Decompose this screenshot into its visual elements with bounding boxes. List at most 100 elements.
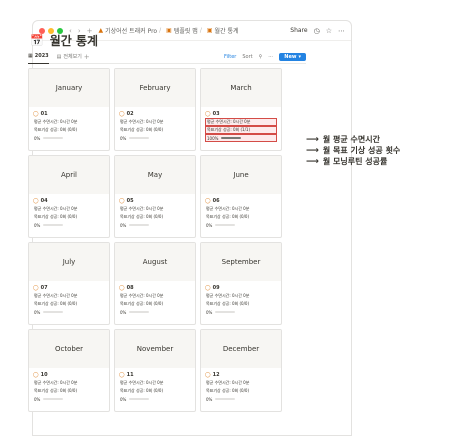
add-view-icon[interactable]: + xyxy=(84,53,90,61)
avg-sleep-property: 평균 수면시간: 0시간 0분 xyxy=(205,118,277,126)
breadcrumb-item-2[interactable]: 템플릿 맵 xyxy=(174,26,198,35)
month-card[interactable]: February ◯ 02 평균 수면시간: 0시간 0분 목표기상 성공: 0… xyxy=(114,68,196,151)
month-card[interactable]: May ◯ 05 평균 수면시간: 0시간 0분 목표기상 성공: 0회 (0/… xyxy=(114,155,196,238)
card-cover: May xyxy=(115,156,195,194)
breadcrumb-item-1[interactable]: 기상어선 트래커 Pro xyxy=(105,26,157,35)
card-title: ◯ 07 xyxy=(33,284,105,292)
goal-wake-property: 목표기상 성공: 0회 (0/0) xyxy=(120,301,164,306)
month-card[interactable]: January ◯ 01 평균 수면시간: 0시간 0분 목표기상 성공: 0회… xyxy=(28,68,110,151)
card-body: ◯ 10 평균 수면시간: 0시간 0분 목표기상 성공: 0회 (0/0) 0… xyxy=(29,368,109,406)
month-card[interactable]: November ◯ 11 평균 수면시간: 0시간 0분 목표기상 성공: 0… xyxy=(114,329,196,412)
card-cover: November xyxy=(115,330,195,368)
month-card[interactable]: March ◯ 03 평균 수면시간: 0시간 0분 목표기상 성공: 0회 (… xyxy=(200,68,282,151)
card-body: ◯ 11 평균 수면시간: 0시간 0분 목표기상 성공: 0회 (0/0) 0… xyxy=(115,368,195,406)
card-number: 07 xyxy=(40,285,48,291)
check-circle-icon: ◯ xyxy=(119,372,125,378)
card-title: ◯ 06 xyxy=(205,197,277,205)
gallery-grid: January ◯ 01 평균 수면시간: 0시간 0분 목표기상 성공: 0회… xyxy=(28,68,282,412)
progress-text: 0% xyxy=(120,135,127,141)
card-title: ◯ 11 xyxy=(119,371,191,379)
tab-all[interactable]: ▤ 전체보기 + xyxy=(57,50,90,64)
card-number: 11 xyxy=(126,372,134,378)
clock-icon[interactable]: ◷ xyxy=(314,27,320,35)
progress-bar xyxy=(43,398,64,400)
page-title-text: 월간 통계 xyxy=(49,34,99,48)
card-cover-month: February xyxy=(139,84,171,92)
tab-label: 2023 xyxy=(34,53,49,59)
card-cover-month: October xyxy=(54,345,83,353)
month-card[interactable]: April ◯ 04 평균 수면시간: 0시간 0분 목표기상 성공: 0회 (… xyxy=(28,155,110,238)
card-cover-month: June xyxy=(233,171,249,179)
card-cover: August xyxy=(115,243,195,281)
month-card[interactable]: July ◯ 07 평균 수면시간: 0시간 0분 목표기상 성공: 0회 (0… xyxy=(28,242,110,325)
new-button[interactable]: New ▾ xyxy=(279,52,306,61)
card-number: 02 xyxy=(126,111,134,117)
card-cover: April xyxy=(29,156,109,194)
annotation-row: ⟶ 월 평균 수면시간 xyxy=(306,134,400,145)
more-icon[interactable]: ⋯ xyxy=(268,54,273,60)
calendar-icon: ▣ xyxy=(206,27,213,34)
goal-wake-property: 목표기상 성공: 0회 (0/0) xyxy=(120,127,164,132)
card-cover-month: December xyxy=(222,345,260,353)
card-title: ◯ 05 xyxy=(119,197,191,205)
month-card[interactable]: September ◯ 09 평균 수면시간: 0시간 0분 목표기상 성공: … xyxy=(200,242,282,325)
breadcrumb-item-3[interactable]: 월간 통계 xyxy=(215,26,239,35)
card-body: ◯ 12 평균 수면시간: 0시간 0분 목표기상 성공: 0회 (0/0) 0… xyxy=(201,368,281,406)
card-body: ◯ 07 평균 수면시간: 0시간 0분 목표기상 성공: 0회 (0/0) 0… xyxy=(29,281,109,319)
card-cover: March xyxy=(201,69,281,107)
progress-bar xyxy=(43,311,64,313)
card-title: ◯ 08 xyxy=(119,284,191,292)
more-icon[interactable]: ⋯ xyxy=(338,27,345,35)
routine-progress-property: 0% xyxy=(119,134,191,142)
breadcrumb-separator: / xyxy=(159,27,162,34)
card-cover: December xyxy=(201,330,281,368)
card-cover-month: May xyxy=(147,171,163,179)
tab-2023[interactable]: ▦ 2023 xyxy=(28,50,49,64)
avg-sleep-property: 평균 수면시간: 0시간 0분 xyxy=(34,380,78,385)
goal-wake-property: 목표기상 성공: 0회 (0/0) xyxy=(34,388,78,393)
avg-sleep-property: 평균 수면시간: 0시간 0분 xyxy=(34,119,78,124)
card-number: 04 xyxy=(40,198,48,204)
card-cover-month: March xyxy=(230,84,252,92)
card-cover: October xyxy=(29,330,109,368)
card-cover-month: August xyxy=(142,258,168,266)
routine-progress-property: 0% xyxy=(33,134,105,142)
new-button-label: New xyxy=(284,53,297,60)
chevron-down-icon: ▾ xyxy=(298,53,301,60)
progress-text: 0% xyxy=(34,309,41,315)
progress-bar xyxy=(129,398,150,400)
routine-progress-property: 0% xyxy=(33,221,105,229)
arrow-right-icon: ⟶ xyxy=(306,156,319,167)
progress-text: 0% xyxy=(34,396,41,402)
calendar-icon: 📅 xyxy=(30,34,44,47)
card-body: ◯ 01 평균 수면시간: 0시간 0분 목표기상 성공: 0회 (0/0) 0… xyxy=(29,107,109,145)
check-circle-icon: ◯ xyxy=(33,372,39,378)
check-circle-icon: ◯ xyxy=(205,285,211,291)
filter-button[interactable]: Filter xyxy=(224,54,236,60)
month-card[interactable]: August ◯ 08 평균 수면시간: 0시간 0분 목표기상 성공: 0회 … xyxy=(114,242,196,325)
card-number: 03 xyxy=(212,111,220,117)
card-title: ◯ 04 xyxy=(33,197,105,205)
card-cover: February xyxy=(115,69,195,107)
card-number: 10 xyxy=(40,372,48,378)
month-card[interactable]: October ◯ 10 평균 수면시간: 0시간 0분 목표기상 성공: 0회… xyxy=(28,329,110,412)
avg-sleep-property: 평균 수면시간: 0시간 0분 xyxy=(120,206,164,211)
annotation-list: ⟶ 월 평균 수면시간 ⟶ 월 목표 기상 성공 횟수 ⟶ 월 모닝루틴 성공률 xyxy=(306,134,400,167)
page-title: 📅 월간 통계 xyxy=(30,32,98,49)
card-number: 12 xyxy=(212,372,220,378)
search-icon[interactable]: ⚲ xyxy=(259,54,263,60)
month-card[interactable]: June ◯ 06 평균 수면시간: 0시간 0분 목표기상 성공: 0회 (0… xyxy=(200,155,282,238)
star-icon[interactable]: ☆ xyxy=(326,27,332,35)
share-button[interactable]: Share xyxy=(290,27,307,34)
arrow-right-icon: ⟶ xyxy=(306,145,319,156)
sort-button[interactable]: Sort xyxy=(242,54,252,60)
routine-progress-property: 0% xyxy=(33,395,105,403)
check-circle-icon: ◯ xyxy=(205,198,211,204)
progress-text: 0% xyxy=(120,222,127,228)
month-card[interactable]: December ◯ 12 평균 수면시간: 0시간 0분 목표기상 성공: 0… xyxy=(200,329,282,412)
arrow-right-icon: ⟶ xyxy=(306,134,319,145)
check-circle-icon: ◯ xyxy=(205,111,211,117)
goal-wake-property: 목표기상 성공: 0회 (0/0) xyxy=(206,301,250,306)
card-title: ◯ 03 xyxy=(205,110,277,118)
routine-progress-property: 0% xyxy=(119,308,191,316)
